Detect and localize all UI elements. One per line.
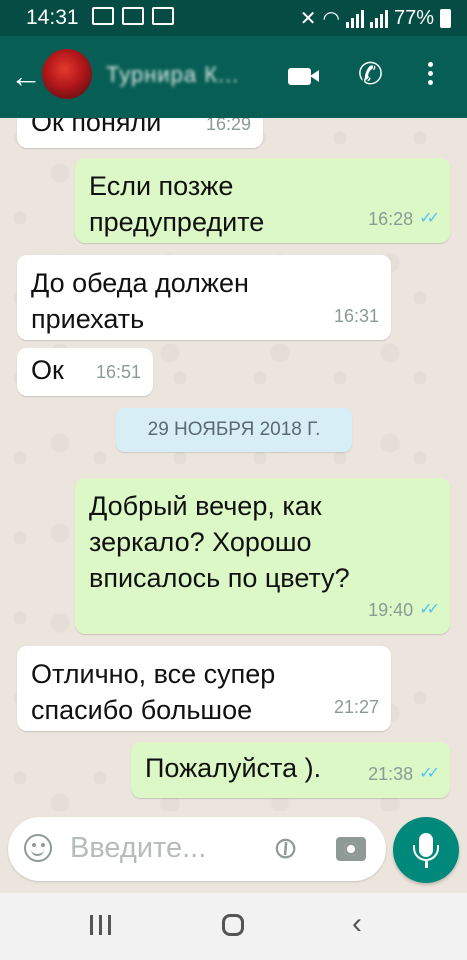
voice-record-button[interactable] [393,817,459,883]
message-input-bar[interactable]: Введите... ⊘ [8,817,386,881]
message-time: 19:40 ✓✓ [368,592,440,628]
message-outgoing[interactable]: Пожалуйста ). 21:38 ✓✓ [131,742,450,798]
avatar[interactable] [42,49,92,99]
gallery-notification-icon [92,7,114,25]
emoji-icon[interactable] [24,834,52,862]
mute-icon: ✕ [299,8,317,30]
mail-notification-icon [122,7,144,25]
signal2-icon [369,9,388,28]
screen-notification-icon [152,7,174,25]
message-text: Ок поняли [31,118,162,137]
wifi-icon: ◠ [322,8,340,30]
home-icon[interactable] [222,914,244,936]
date-divider: 29 НОЯБРЯ 2018 Г. [116,408,352,452]
message-text: Добрый вечер, как зеркало? Хорошо вписал… [89,491,350,593]
back-arrow-icon[interactable]: ← [10,58,42,94]
message-input[interactable]: Введите... [70,832,206,865]
message-incoming[interactable]: Ок поняли 16:29 [17,118,263,148]
paperclip-icon[interactable]: ⊘ [265,827,307,870]
contact-name[interactable]: Турнира К... [106,62,239,88]
message-time: 16:51 [95,362,141,382]
status-time: 14:31 [26,6,79,29]
message-text: До обеда должен приехать [31,268,249,334]
video-call-icon[interactable] [288,68,319,85]
read-receipt-icon: ✓✓ [419,601,440,618]
read-receipt-icon: ✓✓ [419,210,440,227]
read-receipt-icon: ✓✓ [419,765,440,782]
message-time: 16:31 [333,306,379,326]
message-text: Если позже предупредите [89,171,265,237]
phone-icon[interactable]: ✆ [358,60,383,90]
more-vert-icon[interactable] [428,62,434,89]
nav-back-icon[interactable]: ‹ [352,907,362,941]
system-nav-bar: ‹ [0,893,467,960]
message-text: Ок [31,355,64,385]
message-incoming[interactable]: Отлично, все супер спасибо большое 21:27 [17,646,391,731]
camera-icon[interactable] [336,837,366,861]
message-time: 16:28 ✓✓ [368,201,440,237]
chat-area[interactable]: Ок поняли 16:29 Если позже предупредите … [0,118,467,811]
message-text: Отлично, все супер спасибо большое [31,659,276,725]
chat-header: ← Турнира К... ✆ [0,36,467,118]
message-outgoing[interactable]: Добрый вечер, как зеркало? Хорошо вписал… [75,478,450,634]
message-incoming[interactable]: Ок 16:51 [17,348,153,396]
notification-icons [92,7,174,25]
microphone-icon [413,833,439,868]
message-time: 21:27 [333,697,379,717]
message-time: 21:38 ✓✓ [368,756,440,792]
recent-apps-icon[interactable] [90,915,111,935]
battery-icon [440,9,451,28]
status-bar: 14:31 ✕ ◠ 77% [0,0,467,36]
message-text: Пожалуйста ). [145,753,322,783]
battery-percent: 77% [393,7,434,29]
status-right: ✕ ◠ 77% [300,6,451,31]
message-time: 16:29 [205,118,251,134]
signal-icon [345,9,364,28]
message-incoming[interactable]: До обеда должен приехать 16:31 [17,255,391,340]
message-outgoing[interactable]: Если позже предупредите 16:28 ✓✓ [75,158,450,243]
